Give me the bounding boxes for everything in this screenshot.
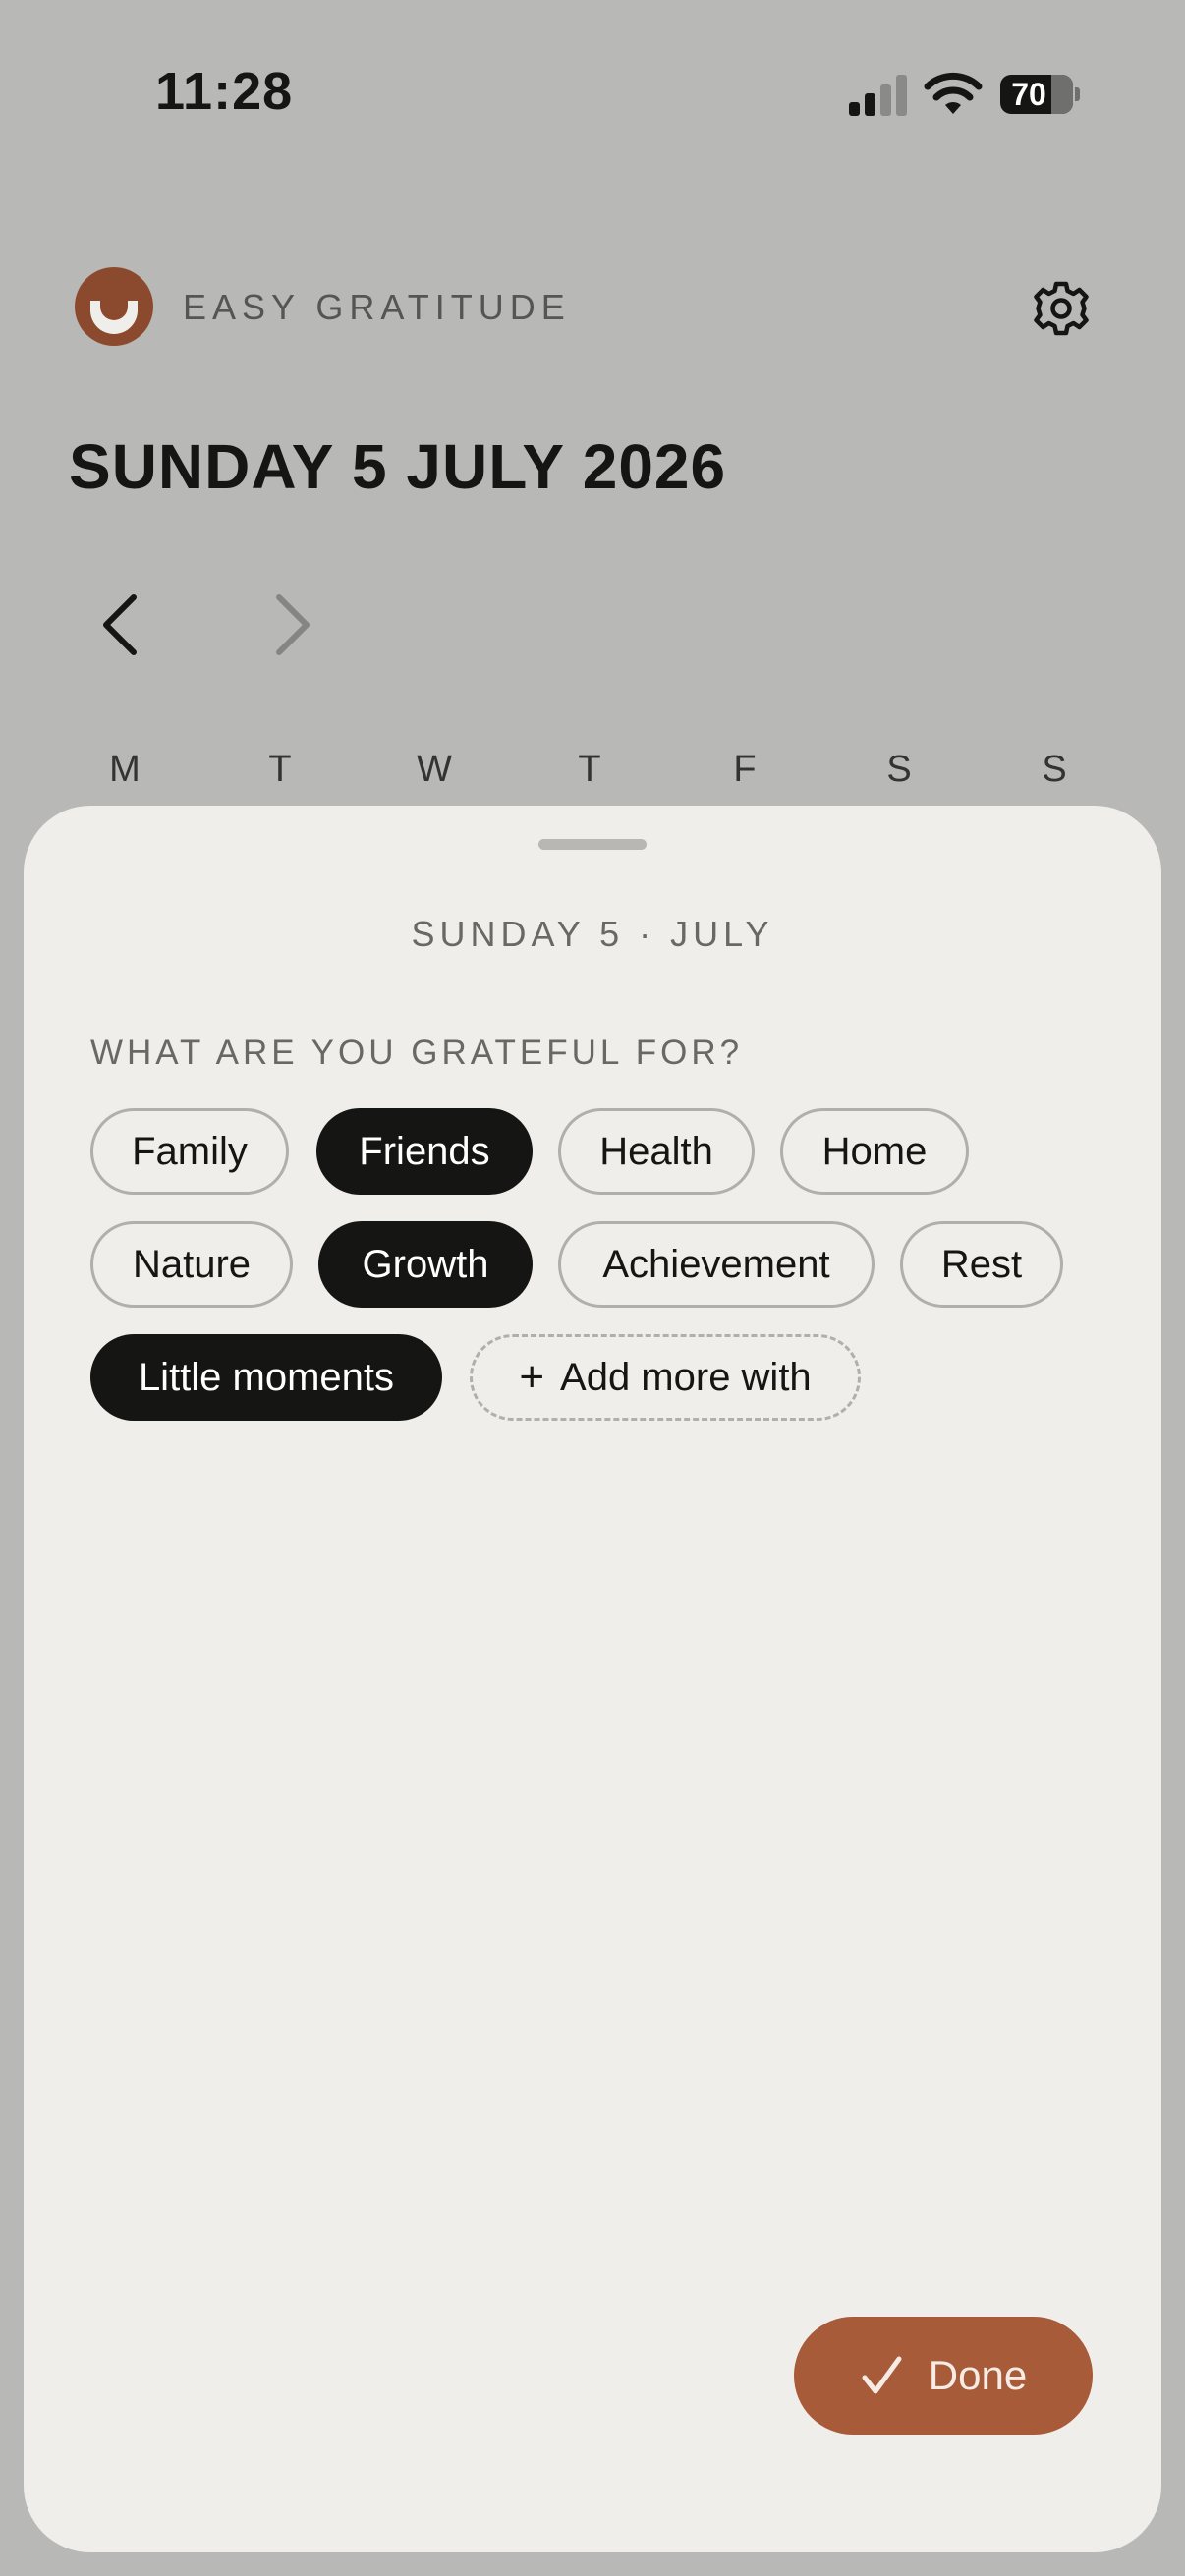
plus-icon: + [519,1353,545,1401]
sheet-grabber[interactable] [538,839,647,850]
weekday-label: S [886,749,912,790]
done-label: Done [928,2352,1028,2398]
chevron-left-icon[interactable] [94,588,145,662]
weekday-label: F [733,749,757,790]
chip-growth[interactable]: Growth [318,1221,533,1308]
gratitude-prompt: WHAT ARE YOU GRATEFUL FOR? [90,1034,744,1072]
status-time: 11:28 [155,62,294,121]
done-button[interactable]: Done [794,2317,1093,2435]
add-more-label: Add more with [560,1355,812,1399]
chip-achievement[interactable]: Achievement [558,1221,875,1308]
chip-rest[interactable]: Rest [900,1221,1063,1308]
battery-percent: 70 [1011,77,1046,112]
checkmark-icon [862,2356,902,2394]
wifi-icon [924,72,983,114]
weekday-label: T [268,749,292,790]
chip-family[interactable]: Family [90,1108,289,1195]
chip-health[interactable]: Health [558,1108,755,1195]
weekday-label: W [417,749,452,790]
chip-little-moments[interactable]: Little moments [90,1334,442,1421]
eye-logo-icon [75,267,153,346]
chevron-right-icon[interactable] [267,588,318,662]
battery-tip [1075,87,1080,101]
cellular-signal-icon [849,75,908,116]
weekday-label: M [109,749,141,790]
chip-friends[interactable]: Friends [316,1108,533,1195]
gear-icon[interactable] [1026,273,1097,344]
weekday-label: T [578,749,601,790]
app-name: EASY GRATITUDE [183,287,571,327]
add-more-chip[interactable]: + Add more with [470,1334,861,1421]
chip-home[interactable]: Home [780,1108,969,1195]
chip-nature[interactable]: Nature [90,1221,293,1308]
page-title: SUNDAY 5 JULY 2026 [69,431,727,502]
sheet-date: SUNDAY 5 · JULY [411,914,774,954]
battery-icon: 70 [1000,75,1073,114]
weekday-label: S [1042,749,1067,790]
